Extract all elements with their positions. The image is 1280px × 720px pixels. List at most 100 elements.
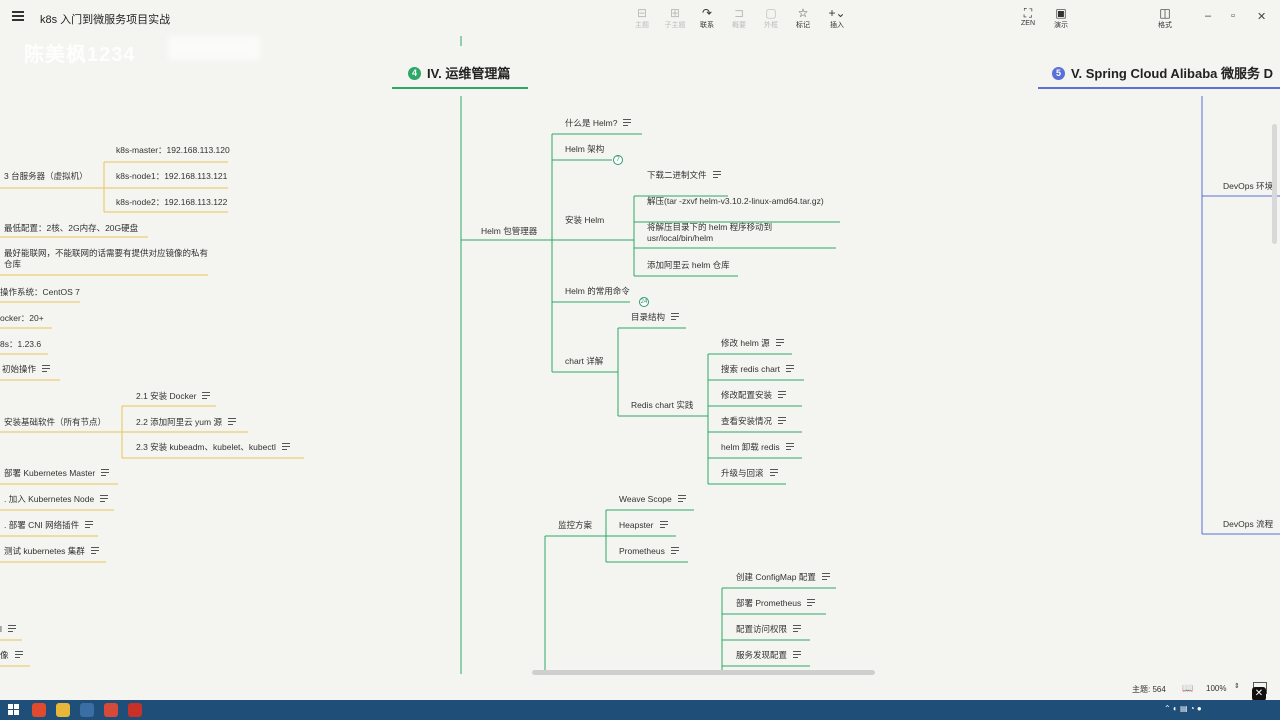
- toolbar-relation-button[interactable]: ↷ 联系: [692, 6, 722, 30]
- note-icon: [671, 313, 680, 321]
- node-helm-root[interactable]: Helm 包管理器: [481, 226, 537, 237]
- toolbar-insert-button[interactable]: +⌄ 插入: [822, 6, 852, 30]
- node-deploy-cni[interactable]: . 部署 CNI 网络插件: [4, 520, 94, 531]
- note-icon: [659, 521, 668, 529]
- close-overlay-icon[interactable]: ✕: [1252, 687, 1266, 701]
- node-install-docker[interactable]: 2.1 安装 Docker: [136, 391, 211, 402]
- node-monitor-item[interactable]: Prometheus: [619, 546, 679, 557]
- note-icon: [712, 171, 721, 179]
- note-icon: [778, 417, 787, 425]
- node-monitor-item[interactable]: Heapster: [619, 520, 668, 531]
- note-icon: [670, 547, 679, 555]
- node-prom-item[interactable]: 创建 ConfigMap 配置: [736, 572, 830, 583]
- node-servers[interactable]: 3 台服务器（虚拟机）: [4, 171, 88, 182]
- hamburger-menu-icon[interactable]: [12, 11, 24, 21]
- section-spring-cloud[interactable]: 5 V. Spring Cloud Alibaba 微服务 D: [1052, 63, 1273, 82]
- node-redis-item[interactable]: 查看安装情况: [721, 416, 787, 427]
- node-chart-detail[interactable]: chart 详解: [565, 356, 603, 367]
- node-prom-item[interactable]: 配置访问权限: [736, 624, 802, 635]
- node-monitor-item[interactable]: Weave Scope: [619, 494, 686, 505]
- node-prom-item[interactable]: 部署 Prometheus: [736, 598, 816, 609]
- node-redis-item[interactable]: 修改配置安装: [721, 390, 787, 401]
- present-button[interactable]: ▣ 演示: [1046, 6, 1076, 30]
- mindmap-canvas[interactable]: 4 IV. 运维管理篇 5 V. Spring Cloud Alibaba 微服务 …: [0, 36, 1280, 674]
- node-download-binary[interactable]: 下载二进制文件: [647, 170, 721, 181]
- node-add-repo[interactable]: 添加阿里云 helm 仓库: [647, 260, 730, 271]
- star-icon: ☆: [797, 6, 809, 20]
- note-icon: [775, 339, 784, 347]
- note-icon: [101, 469, 110, 477]
- note-icon: [807, 599, 816, 607]
- node-devops-env[interactable]: DevOps 环境: [1223, 181, 1273, 192]
- node-helm-commands[interactable]: Helm 的常用命令: [565, 286, 630, 297]
- toolbar-subtopic-button[interactable]: ⊞ 子主题: [660, 6, 690, 30]
- chrome-app-icon[interactable]: [32, 703, 46, 717]
- node-extract[interactable]: 解压(tar -zxvf helm-v3.10.2-linux-amd64.ta…: [647, 196, 824, 207]
- node-redis-item[interactable]: 修改 helm 源: [721, 338, 784, 349]
- vertical-scrollbar[interactable]: [1272, 124, 1277, 244]
- node-install-helm[interactable]: 安装 Helm: [565, 215, 604, 226]
- toolbar-marker-button[interactable]: ☆ 标记: [788, 6, 818, 30]
- tray-icons[interactable]: ⌃ ◐ ▤ ◔ ●: [1164, 704, 1202, 713]
- node-monitoring[interactable]: 监控方案: [558, 520, 592, 531]
- section-ops-management[interactable]: 4 IV. 运维管理篇: [408, 63, 510, 82]
- node-devops-flow[interactable]: DevOps 流程: [1223, 519, 1273, 530]
- collapsed-count-badge[interactable]: 24: [639, 297, 649, 307]
- wps-app-icon[interactable]: [128, 703, 142, 717]
- node-add-yum[interactable]: 2.2 添加阿里云 yum 源: [136, 417, 236, 428]
- node-min-config[interactable]: 最低配置：2核、2G内存、20G硬盘: [4, 223, 138, 234]
- node-k8s-master[interactable]: k8s-master：192.168.113.120: [116, 145, 230, 156]
- os-taskbar: ⌃ ◐ ▤ ◔ ●: [0, 700, 1280, 720]
- minimize-icon[interactable]: –: [1205, 10, 1211, 22]
- document-title: k8s 入门到微服务项目实战: [40, 14, 171, 26]
- node-redis-item[interactable]: helm 卸载 redis: [721, 442, 794, 453]
- section-number-badge: 5: [1052, 67, 1065, 81]
- node-move-binary[interactable]: 将解压目录下的 helm 程序移动到 usr/local/bin/helm: [647, 222, 837, 244]
- node-k8s-node2[interactable]: k8s-node2：192.168.113.122: [116, 197, 227, 208]
- node-join-node[interactable]: . 加入 Kubernetes Node: [4, 494, 109, 505]
- horizontal-scrollbar[interactable]: [532, 670, 875, 675]
- node-helm-arch[interactable]: Helm 架构: [565, 144, 604, 155]
- collapsed-count-badge[interactable]: 7: [613, 155, 623, 165]
- plus-icon: +⌄: [828, 6, 846, 20]
- node-truncated-2[interactable]: 像: [0, 650, 23, 661]
- toolbar-summary-button[interactable]: ⊐ 概要: [724, 6, 754, 30]
- node-redis-item[interactable]: 搜索 redis chart: [721, 364, 795, 375]
- node-k8s-node1[interactable]: k8s-node1：192.168.113.121: [116, 171, 227, 182]
- node-os[interactable]: 操作系统：CentOS 7: [0, 287, 80, 298]
- zoom-level[interactable]: 100%: [1206, 684, 1226, 693]
- summary-icon: ⊐: [733, 6, 745, 20]
- format-panel-button[interactable]: ◫ 格式: [1150, 6, 1180, 30]
- present-icon: ▣: [1055, 6, 1067, 20]
- node-helm-what[interactable]: 什么是 Helm?: [565, 118, 632, 129]
- node-install-base[interactable]: 安装基础软件（所有节点）: [4, 417, 106, 428]
- node-redis-item[interactable]: 升级与回滚: [721, 468, 778, 479]
- note-icon: [677, 495, 686, 503]
- node-deploy-master[interactable]: 部署 Kubernetes Master: [4, 468, 110, 479]
- maximize-icon[interactable]: ▫: [1231, 10, 1235, 22]
- node-dir-structure[interactable]: 目录结构: [631, 312, 680, 323]
- xmind-app-icon[interactable]: [104, 703, 118, 717]
- windows-start-icon[interactable]: [8, 704, 20, 716]
- node-test-cluster[interactable]: 测试 kubernetes 集群: [4, 546, 99, 557]
- note-icon: [793, 625, 802, 633]
- zoom-stepper-icon[interactable]: ⇕: [1234, 682, 1240, 690]
- node-prom-item[interactable]: 服务发现配置: [736, 650, 802, 661]
- node-k8s-version[interactable]: 8s：1.23.6: [0, 339, 41, 350]
- app-icon[interactable]: [80, 703, 94, 717]
- node-init[interactable]: 初始操作: [2, 364, 51, 375]
- outline-view-icon[interactable]: 📖: [1182, 683, 1193, 694]
- node-redis-chart[interactable]: Redis chart 实践: [631, 400, 693, 411]
- node-network[interactable]: 最好能联网，不能联网的话需要有提供对应镜像的私有仓库: [4, 248, 210, 270]
- note-icon: [7, 625, 16, 633]
- node-truncated-1[interactable]: l: [0, 624, 16, 635]
- note-icon: [778, 391, 787, 399]
- note-icon: [202, 392, 211, 400]
- zen-mode-button[interactable]: ⛶ ZEN: [1013, 6, 1043, 27]
- node-install-kube[interactable]: 2.3 安装 kubeadm、kubelet、kubectl: [136, 442, 290, 453]
- toolbar-boundary-button[interactable]: ▢ 外框: [756, 6, 786, 30]
- file-explorer-icon[interactable]: [56, 703, 70, 717]
- close-window-icon[interactable]: ✕: [1257, 10, 1266, 23]
- toolbar-topic-button[interactable]: ⊟ 主题: [627, 6, 657, 30]
- node-docker[interactable]: ocker：20+: [0, 313, 44, 324]
